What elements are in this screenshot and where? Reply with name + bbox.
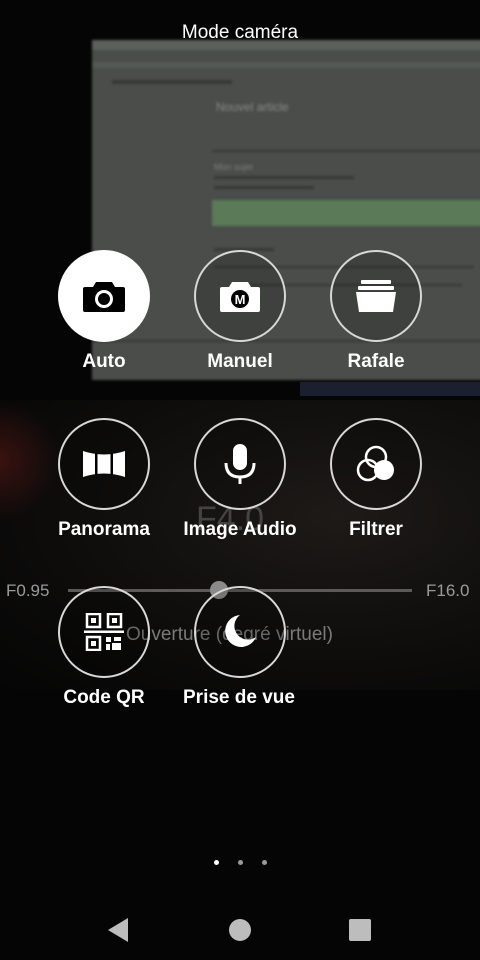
- recents-button[interactable]: [340, 910, 380, 950]
- filter-icon: [356, 445, 394, 482]
- mode-filter-label: Filtrer: [349, 519, 403, 540]
- preview-heading: Nouvel article: [216, 100, 289, 114]
- recents-icon: [349, 919, 371, 941]
- back-icon: [108, 918, 128, 942]
- page-dot-1: [214, 860, 219, 865]
- mode-filter[interactable]: Filtrer: [308, 418, 444, 541]
- mode-manual-label: Manuel: [207, 351, 273, 372]
- panorama-icon: [83, 451, 125, 477]
- mode-qr-code-label: Code QR: [63, 687, 145, 708]
- home-icon: [229, 919, 251, 941]
- aperture-max-label: F16.0: [426, 581, 470, 600]
- svg-text:M: M: [235, 292, 246, 307]
- page-dot-2: [238, 860, 243, 865]
- mode-auto-label: Auto: [82, 351, 126, 372]
- mode-panorama-button[interactable]: [58, 418, 150, 510]
- camera-icon: [83, 282, 125, 312]
- preview-subheading: Mon sujet: [214, 162, 254, 172]
- mode-qr-code[interactable]: Code QR: [36, 586, 172, 709]
- mode-filter-button[interactable]: [330, 418, 422, 510]
- mode-audio-image[interactable]: Image Audio: [172, 418, 308, 541]
- mode-night[interactable]: Prise de vue nocturne: [172, 586, 308, 709]
- page-dot-3: [262, 860, 267, 865]
- mode-night-label: Prise de vue nocturne: [183, 687, 297, 708]
- mode-panorama[interactable]: Panorama: [36, 418, 172, 541]
- mode-auto[interactable]: Auto: [36, 250, 172, 373]
- microphone-icon: [224, 444, 256, 484]
- mode-night-button[interactable]: [194, 586, 286, 678]
- manual-camera-icon: M: [220, 282, 260, 312]
- mode-burst-button[interactable]: [330, 250, 422, 342]
- mode-qr-code-button[interactable]: [58, 586, 150, 678]
- page-title: Mode caméra: [181, 22, 299, 43]
- mode-auto-button[interactable]: [58, 250, 150, 342]
- burst-icon: [356, 280, 396, 312]
- mode-burst-label: Rafale: [347, 351, 405, 372]
- mode-audio-image-label: Image Audio: [183, 519, 297, 540]
- moon-icon: [225, 615, 256, 647]
- back-button[interactable]: [98, 910, 138, 950]
- mode-manual[interactable]: M Manuel: [172, 250, 308, 373]
- mode-manual-button[interactable]: M: [194, 250, 286, 342]
- mode-panorama-label: Panorama: [58, 519, 150, 540]
- mode-audio-image-button[interactable]: [194, 418, 286, 510]
- navigation-bar: [0, 900, 480, 960]
- mode-burst[interactable]: Rafale: [308, 250, 444, 373]
- preview-taskbar: [300, 382, 480, 396]
- home-button[interactable]: [220, 910, 260, 950]
- qr-code-icon: [84, 613, 124, 651]
- page-indicator: [0, 860, 480, 868]
